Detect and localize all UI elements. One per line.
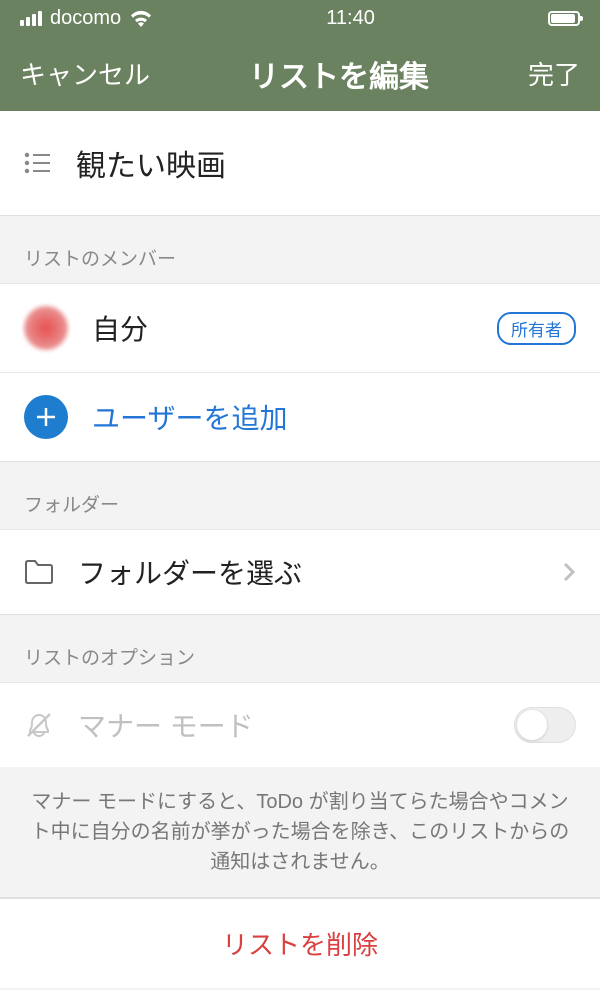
chevron-right-icon bbox=[562, 561, 576, 583]
signal-icon bbox=[20, 11, 42, 26]
done-button[interactable]: 完了 bbox=[528, 55, 580, 92]
list-icon bbox=[24, 152, 52, 174]
list-name-row[interactable]: 観たい映画 bbox=[0, 111, 600, 216]
select-folder-button[interactable]: フォルダーを選ぶ bbox=[0, 529, 600, 615]
mute-toggle[interactable] bbox=[514, 707, 576, 743]
select-folder-label: フォルダーを選ぶ bbox=[78, 552, 538, 592]
status-left: docomo bbox=[20, 7, 153, 30]
status-bar: docomo 11:40 bbox=[0, 0, 600, 36]
nav-title: リストを編集 bbox=[249, 52, 429, 96]
section-members-header: リストのメンバー bbox=[0, 216, 600, 283]
bell-off-icon bbox=[24, 710, 54, 740]
status-time: 11:40 bbox=[326, 7, 375, 30]
list-name-input[interactable]: 観たい映画 bbox=[76, 141, 226, 185]
cancel-button[interactable]: キャンセル bbox=[20, 55, 150, 92]
wifi-icon bbox=[129, 9, 153, 27]
mute-label: マナー モード bbox=[78, 705, 490, 745]
folder-icon bbox=[24, 559, 54, 585]
owner-badge: 所有者 bbox=[497, 312, 576, 345]
delete-list-label: リストを削除 bbox=[222, 930, 378, 960]
member-row-self: 自分 所有者 bbox=[0, 283, 600, 372]
plus-icon bbox=[24, 395, 68, 439]
content: 観たい映画 リストのメンバー 自分 所有者 ユーザーを追加 フォルダー フォルダ… bbox=[0, 111, 600, 988]
mute-row: マナー モード bbox=[0, 682, 600, 767]
section-options-header: リストのオプション bbox=[0, 615, 600, 682]
delete-list-button[interactable]: リストを削除 bbox=[0, 898, 600, 988]
member-name: 自分 bbox=[92, 308, 473, 348]
section-folder-header: フォルダー bbox=[0, 462, 600, 529]
status-right bbox=[548, 11, 580, 26]
carrier-label: docomo bbox=[50, 7, 121, 30]
battery-icon bbox=[548, 11, 580, 26]
add-user-label: ユーザーを追加 bbox=[92, 397, 287, 437]
avatar bbox=[24, 306, 68, 350]
nav-bar: キャンセル リストを編集 完了 bbox=[0, 36, 600, 111]
add-user-button[interactable]: ユーザーを追加 bbox=[0, 372, 600, 462]
mute-description: マナー モードにすると、ToDo が割り当てらた場合やコメント中に自分の名前が挙… bbox=[0, 767, 600, 898]
